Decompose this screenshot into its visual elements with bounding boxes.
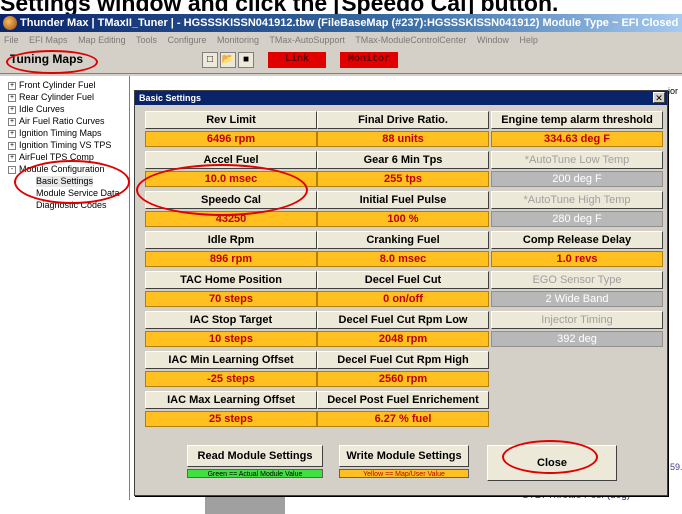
expand-icon[interactable]: +: [8, 141, 16, 150]
new-file-icon[interactable]: □: [202, 52, 218, 68]
tree-item[interactable]: + Air Fuel Ratio Curves: [8, 116, 105, 127]
setting-value: 88 units: [317, 131, 489, 147]
basic-settings-dialog: Basic Settings ✕ Rev Limit 6496 rpm Accel …: [134, 90, 668, 496]
link-button[interactable]: Link: [268, 52, 326, 68]
expand-icon[interactable]: +: [8, 105, 16, 114]
tuning-maps-tab[interactable]: Tuning Maps: [10, 52, 83, 66]
app-window: Thunder Max | TMaxII_Tuner | - HGSSSKISS…: [0, 14, 682, 514]
setting-value: 8.0 msec: [317, 251, 489, 267]
setting-button[interactable]: Engine temp alarm threshold: [491, 111, 663, 129]
setting-value: 10.0 msec: [145, 171, 317, 187]
setting-button[interactable]: IAC Stop Target: [145, 311, 317, 329]
menu-tmax-autosupport[interactable]: TMax-AutoSupport: [269, 35, 345, 45]
setting-value: 896 rpm: [145, 251, 317, 267]
setting-button[interactable]: Comp Release Delay: [491, 231, 663, 249]
setting-button[interactable]: Decel Fuel Cut Rpm Low: [317, 311, 489, 329]
setting-value: 25 steps: [145, 411, 317, 427]
setting-value: 70 steps: [145, 291, 317, 307]
setting-value: 0 on/off: [317, 291, 489, 307]
open-folder-icon[interactable]: 📂: [220, 52, 236, 68]
menu-tools[interactable]: Tools: [136, 35, 157, 45]
tree-item[interactable]: + Idle Curves: [8, 104, 65, 115]
setting-value: 2048 rpm: [317, 331, 489, 347]
setting-value: 1.0 revs: [491, 251, 663, 267]
tree-item[interactable]: + Front Cylinder Fuel: [8, 80, 96, 91]
setting-value: 6.27 % fuel: [317, 411, 489, 427]
tree-item-module-configuration[interactable]: - Module Configuration: [8, 164, 105, 175]
setting-button: Injector Timing: [491, 311, 663, 329]
save-disk-icon[interactable]: ■: [238, 52, 254, 68]
menu-map-editing[interactable]: Map Editing: [78, 35, 126, 45]
expand-icon[interactable]: +: [8, 129, 16, 138]
side-label: ior: [668, 86, 679, 96]
setting-value: 334.63 deg F: [491, 131, 663, 147]
menu-bar: File EFI Maps Map Editing Tools Configur…: [0, 32, 682, 48]
expand-icon[interactable]: +: [8, 153, 16, 162]
setting-value: 2 Wide Band: [491, 291, 663, 307]
menu-configure[interactable]: Configure: [167, 35, 206, 45]
tree-item-module-service-data[interactable]: Module Service Data: [36, 188, 120, 199]
setting-button[interactable]: Rev Limit: [145, 111, 317, 129]
setting-value: 6496 rpm: [145, 131, 317, 147]
menu-monitoring[interactable]: Monitoring: [217, 35, 259, 45]
expand-icon[interactable]: +: [8, 117, 16, 126]
setting-value: 255 tps: [317, 171, 489, 187]
monitor-button[interactable]: Monitor: [340, 52, 398, 68]
setting-button: EGO Sensor Type: [491, 271, 663, 289]
setting-button[interactable]: Decel Fuel Cut: [317, 271, 489, 289]
setting-button[interactable]: Cranking Fuel: [317, 231, 489, 249]
side-number: 59.: [670, 462, 682, 472]
tuning-maps-tree: + Front Cylinder Fuel + Rear Cylinder Fuel…: [0, 76, 130, 500]
setting-button[interactable]: Accel Fuel: [145, 151, 317, 169]
setting-button[interactable]: IAC Max Learning Offset: [145, 391, 317, 409]
green-legend: Green == Actual Module Value: [187, 469, 323, 478]
tree-item-basic-settings[interactable]: Basic Settings: [36, 176, 94, 187]
setting-value: 392 deg: [491, 331, 663, 347]
setting-button[interactable]: Initial Fuel Pulse: [317, 191, 489, 209]
app-icon: [3, 16, 17, 30]
menu-tmax-module-control-center[interactable]: TMax-ModuleControlCenter: [355, 35, 466, 45]
setting-button[interactable]: Idle Rpm: [145, 231, 317, 249]
setting-button[interactable]: TAC Home Position: [145, 271, 317, 289]
expand-icon[interactable]: +: [8, 81, 16, 90]
setting-button: *AutoTune High Temp: [491, 191, 663, 209]
tree-item[interactable]: + AirFuel TPS Comp: [8, 152, 94, 163]
tree-item[interactable]: + Rear Cylinder Fuel: [8, 92, 94, 103]
expand-icon[interactable]: +: [8, 93, 16, 102]
setting-button[interactable]: Decel Fuel Cut Rpm High: [317, 351, 489, 369]
window-titlebar: Thunder Max | TMaxII_Tuner | - HGSSSKISS…: [0, 14, 682, 32]
setting-value: 280 deg F: [491, 211, 663, 227]
close-button[interactable]: Close: [487, 445, 617, 481]
collapse-icon[interactable]: -: [8, 165, 16, 174]
menu-file[interactable]: File: [4, 35, 19, 45]
tree-item[interactable]: + Ignition Timing Maps: [8, 128, 102, 139]
setting-button[interactable]: Final Drive Ratio.: [317, 111, 489, 129]
read-module-settings-button[interactable]: Read Module Settings: [187, 445, 323, 467]
setting-value: 10 steps: [145, 331, 317, 347]
setting-value: -25 steps: [145, 371, 317, 387]
tree-item[interactable]: + Ignition Timing VS TPS: [8, 140, 111, 151]
menu-efi-maps[interactable]: EFI Maps: [29, 35, 68, 45]
menu-window[interactable]: Window: [477, 35, 509, 45]
setting-button[interactable]: Gear 6 Min Tps: [317, 151, 489, 169]
setting-value: 100 %: [317, 211, 489, 227]
window-title: Thunder Max | TMaxII_Tuner | - HGSSSKISS…: [20, 17, 682, 29]
setting-button[interactable]: Speedo Cal: [145, 191, 317, 209]
write-module-settings-button[interactable]: Write Module Settings: [339, 445, 469, 467]
setting-button[interactable]: IAC Min Learning Offset: [145, 351, 317, 369]
setting-value: 2560 rpm: [317, 371, 489, 387]
tree-item-diagnostic-codes[interactable]: Diagnostic Codes: [36, 200, 107, 211]
yellow-legend: Yellow == Map/User Value: [339, 469, 469, 478]
menu-help[interactable]: Help: [519, 35, 538, 45]
setting-value: 200 deg F: [491, 171, 663, 187]
dialog-close-icon[interactable]: ✕: [653, 92, 665, 103]
setting-button[interactable]: Decel Post Fuel Enrichement: [317, 391, 489, 409]
setting-button: *AutoTune Low Temp: [491, 151, 663, 169]
setting-value: 43250: [145, 211, 317, 227]
dialog-title: Basic Settings: [135, 91, 667, 105]
